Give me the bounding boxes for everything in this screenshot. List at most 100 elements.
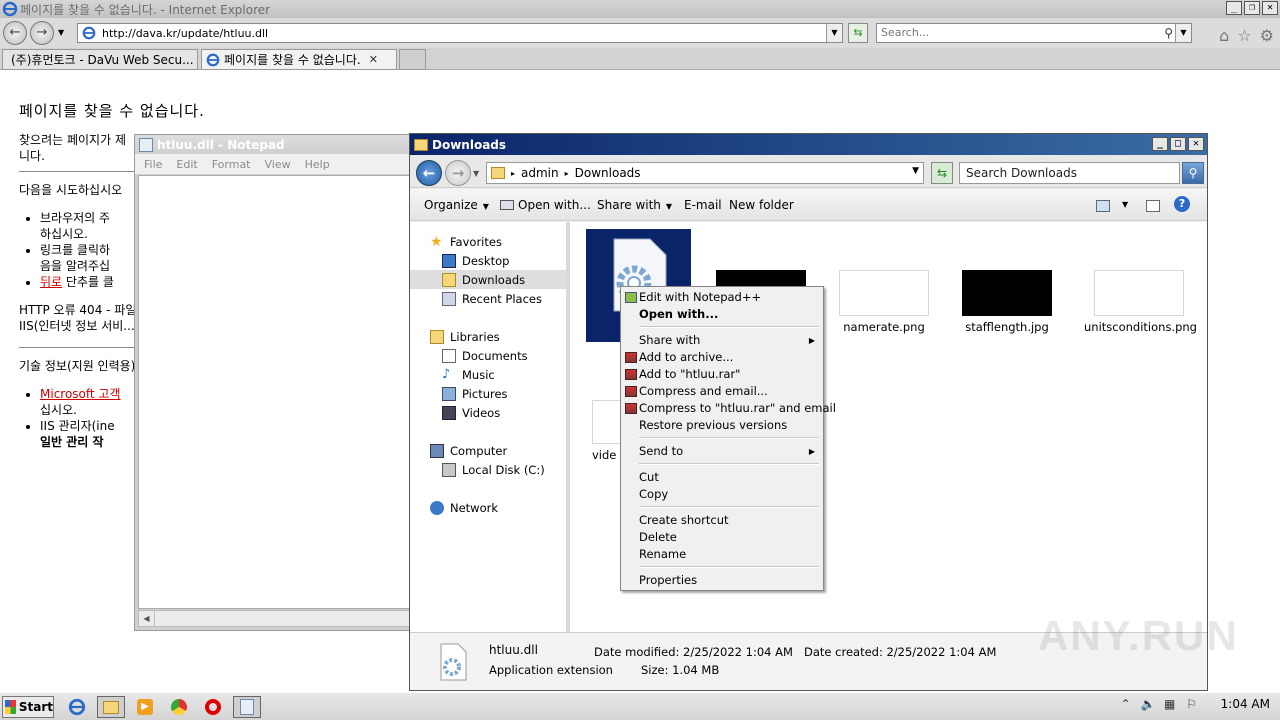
list-item: IIS 관리자(ine일반 관리 작 — [40, 418, 121, 450]
menu-format[interactable]: Format — [205, 158, 258, 171]
new-folder-button[interactable]: New folder — [729, 198, 794, 212]
menu-create-shortcut[interactable]: Create shortcut — [623, 512, 821, 529]
menu-send-to[interactable]: Send to ▶ — [623, 443, 821, 460]
taskbar-notepad-button[interactable] — [233, 696, 261, 718]
nav-computer[interactable]: Computer — [410, 441, 566, 460]
network-tray-icon[interactable]: ▦ — [1163, 697, 1177, 711]
nav-favorites[interactable]: ★ Favorites — [410, 232, 566, 251]
nav-music[interactable]: ♪ Music — [410, 365, 566, 384]
address-bar[interactable]: http://dava.kr/update/htluu.dll ▼ — [77, 23, 843, 43]
address-text[interactable]: http://dava.kr/update/htluu.dll — [102, 27, 268, 40]
menu-copy[interactable]: Copy — [623, 486, 821, 503]
taskbar-opera-button[interactable] — [199, 696, 227, 718]
menu-restore-previous-versions[interactable]: Restore previous versions — [623, 417, 821, 434]
organize-button[interactable]: Organize ▼ — [424, 198, 489, 212]
breadcrumb-downloads[interactable]: Downloads — [575, 166, 641, 180]
menu-compress-to-rar-and-email[interactable]: Compress to "htluu.rar" and email — [623, 400, 836, 417]
restore-button[interactable]: ❐ — [1244, 1, 1260, 15]
gear-icon[interactable]: ⚙ — [1260, 26, 1274, 45]
scroll-left-icon[interactable]: ◀ — [139, 611, 155, 626]
nav-recent-places[interactable]: Recent Places — [410, 289, 566, 308]
preview-pane-icon[interactable] — [1146, 200, 1160, 212]
compat-refresh-button[interactable]: ⇆ — [848, 23, 868, 43]
file-stafflength[interactable]: stafflength.jpg — [961, 270, 1053, 334]
ie-search-input[interactable]: Search... ⚲ ▼ — [876, 23, 1192, 43]
file-unitsconditions[interactable]: unitsconditions.png — [1084, 270, 1197, 334]
menu-edit-with-notepadpp[interactable]: Edit with Notepad++ — [623, 289, 821, 306]
nav-downloads[interactable]: Downloads — [410, 270, 566, 289]
menu-compress-and-email[interactable]: Compress and email... — [623, 383, 821, 400]
chevron-right-icon[interactable]: ▸ — [565, 169, 569, 178]
open-with-button[interactable]: Open with... — [500, 198, 591, 212]
menu-file[interactable]: File — [137, 158, 169, 171]
taskbar-ie-button[interactable] — [63, 696, 91, 718]
nav-network[interactable]: Network — [410, 498, 566, 517]
search-downloads-input[interactable]: Search Downloads — [959, 162, 1180, 184]
tab-page-not-found[interactable]: 페이지를 찾을 수 없습니다. ✕ — [201, 49, 397, 70]
history-dropdown-icon[interactable]: ▼ — [58, 28, 64, 37]
address-dropdown-icon[interactable]: ▼ — [826, 24, 842, 42]
explorer-forward-button[interactable]: → — [445, 160, 471, 186]
notepad-text-area[interactable] — [138, 175, 410, 609]
chevron-right-icon[interactable]: ▸ — [511, 169, 515, 178]
breadcrumb[interactable]: ▸ admin ▸ Downloads ▼ — [486, 162, 924, 184]
search-icon[interactable]: ⚲ — [1164, 24, 1173, 42]
explorer-minimize-button[interactable]: _ — [1152, 137, 1168, 151]
menu-edit[interactable]: Edit — [169, 158, 204, 171]
menu-rename[interactable]: Rename — [623, 546, 821, 563]
nav-desktop[interactable]: Desktop — [410, 251, 566, 270]
menu-share-with[interactable]: Share with ▶ — [623, 332, 821, 349]
nav-documents[interactable]: Documents — [410, 346, 566, 365]
search-dropdown-icon[interactable]: ▼ — [1175, 24, 1191, 42]
close-button[interactable]: ✕ — [1262, 1, 1278, 15]
back-link[interactable]: 뒤로 — [40, 275, 62, 289]
nav-libraries[interactable]: Libraries — [410, 327, 566, 346]
explorer-back-button[interactable]: ← — [416, 160, 442, 186]
menu-delete[interactable]: Delete — [623, 529, 821, 546]
menu-view[interactable]: View — [258, 158, 298, 171]
menu-open-with[interactable]: Open with... — [623, 306, 821, 323]
menu-add-to-archive[interactable]: Add to archive... — [623, 349, 821, 366]
action-center-flag-icon[interactable]: ⚐ — [1185, 697, 1199, 711]
start-button[interactable]: Start — [2, 696, 54, 718]
libraries-icon — [430, 329, 444, 344]
menu-help[interactable]: Help — [298, 158, 337, 171]
favorites-star-icon[interactable]: ☆ — [1237, 26, 1251, 45]
home-icon[interactable]: ⌂ — [1219, 26, 1229, 45]
menu-cut[interactable]: Cut — [623, 469, 821, 486]
path-dropdown-icon[interactable]: ▼ — [912, 166, 919, 176]
forward-button[interactable]: → — [30, 21, 54, 45]
change-view-icon[interactable] — [1096, 200, 1110, 212]
tab-humantalk[interactable]: (주)휴먼토크 - DaVu Web Secu... — [2, 49, 198, 70]
explorer-close-button[interactable]: ✕ — [1188, 137, 1204, 151]
help-icon[interactable]: ? — [1174, 196, 1190, 212]
taskbar-chrome-button[interactable] — [165, 696, 193, 718]
recent-pages-dropdown-icon[interactable]: ▼ — [473, 169, 479, 178]
file-namerate[interactable]: namerate.png — [838, 270, 930, 334]
menu-add-to-rar[interactable]: Add to "htluu.rar" — [623, 366, 821, 383]
explorer-search-icon[interactable]: ⚲ — [1182, 162, 1204, 184]
explorer-maximize-button[interactable]: □ — [1170, 137, 1186, 151]
email-button[interactable]: E-mail — [684, 198, 722, 212]
clock[interactable]: 1:04 AM — [1221, 697, 1270, 711]
breadcrumb-admin[interactable]: admin — [521, 166, 559, 180]
explorer-refresh-button[interactable]: ⇆ — [931, 162, 953, 184]
minimize-button[interactable]: _ — [1226, 1, 1242, 15]
show-hidden-icons-icon[interactable]: ⌃ — [1119, 697, 1133, 711]
close-tab-icon[interactable]: ✕ — [369, 53, 378, 66]
taskbar: Start ▶ ⌃ 🔈 ▦ ⚐ 1:04 AM — [0, 692, 1280, 720]
nav-local-disk[interactable]: Local Disk (C:) — [410, 460, 566, 479]
taskbar-media-player-button[interactable]: ▶ — [131, 696, 159, 718]
view-dropdown-icon[interactable]: ▼ — [1122, 200, 1128, 209]
volume-icon[interactable]: 🔈 — [1141, 697, 1156, 711]
menu-properties[interactable]: Properties — [623, 572, 821, 589]
share-with-button[interactable]: Share with ▼ — [597, 198, 672, 212]
back-button[interactable]: ← — [3, 21, 27, 45]
microsoft-support-link[interactable]: Microsoft 고객 — [40, 387, 121, 401]
nav-pictures[interactable]: Pictures — [410, 384, 566, 403]
list-item: 브라우저의 주하십시오. — [40, 210, 114, 242]
nav-videos[interactable]: Videos — [410, 403, 566, 422]
notepad-horizontal-scrollbar[interactable]: ◀ — [138, 610, 410, 627]
new-tab-button[interactable] — [399, 49, 426, 70]
taskbar-explorer-button[interactable] — [97, 696, 125, 718]
